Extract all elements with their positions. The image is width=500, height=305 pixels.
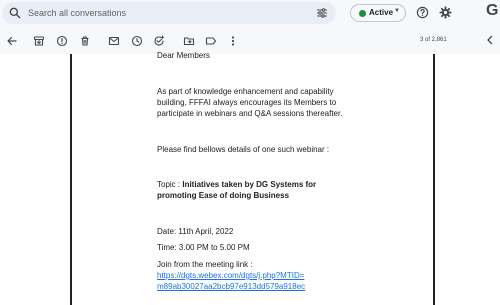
email-greeting: Dear Members	[157, 51, 210, 60]
email-paragraph-line: participate in webinars and Q&A sessions…	[157, 109, 343, 118]
email-border-right	[433, 54, 435, 305]
add-to-tasks-icon[interactable]	[153, 35, 165, 47]
webinar-date: Date: 11th April, 2022	[157, 227, 234, 236]
more-options-icon[interactable]	[227, 35, 239, 47]
topic-line: Topic : Initiatives taken by DG Systems …	[157, 180, 417, 190]
snooze-clock-icon[interactable]	[131, 35, 143, 47]
status-label: Active	[369, 8, 394, 17]
search-options-icon[interactable]	[316, 7, 328, 19]
email-paragraph: Please find bellows details of one such …	[157, 145, 330, 154]
topic-title-continued: promoting Ease of doing Business	[157, 191, 290, 200]
meeting-link-continued[interactable]: m89ab30027aa2bcb97e913dd579a918ec	[157, 282, 417, 292]
top-bar: Active ▼ G	[0, 0, 500, 28]
delete-icon[interactable]	[79, 35, 91, 47]
status-dropdown[interactable]: Active ▼	[350, 4, 406, 22]
email-paragraph-line: As part of knowledge enhancement and cap…	[157, 87, 334, 96]
email-paragraph-line: building, FFFAI always encourages its Me…	[157, 98, 337, 107]
topic-title: Initiatives taken by DG Systems for	[182, 180, 317, 189]
search-icon[interactable]	[8, 6, 22, 20]
move-to-folder-icon[interactable]	[183, 35, 195, 47]
settings-gear-icon[interactable]	[439, 6, 452, 19]
mark-unread-icon[interactable]	[108, 35, 120, 47]
search-input[interactable]	[28, 5, 298, 21]
chevron-left-icon[interactable]	[484, 34, 496, 46]
pagination-count: 3 of 2,861	[420, 37, 447, 43]
topic-label: Topic :	[157, 180, 183, 189]
help-icon[interactable]	[416, 6, 429, 19]
email-border-left	[70, 54, 72, 305]
message-content: Dear Members As part of knowledge enhanc…	[0, 51, 500, 305]
archive-icon[interactable]	[33, 35, 45, 47]
label-icon[interactable]	[205, 35, 217, 47]
report-spam-icon[interactable]	[56, 35, 68, 47]
join-label: Join from the meeting link :	[157, 260, 253, 269]
brand-logo: G	[486, 2, 499, 19]
search-bar[interactable]	[2, 2, 336, 24]
meeting-link[interactable]: https://dgts.webex.com/dgts/j.php?MTID=	[157, 271, 417, 281]
caret-down-icon: ▼	[394, 8, 400, 14]
back-arrow-icon[interactable]	[6, 35, 18, 47]
webinar-time: Time: 3.00 PM to 5.00 PM	[157, 243, 250, 252]
status-dot-icon	[359, 10, 366, 17]
